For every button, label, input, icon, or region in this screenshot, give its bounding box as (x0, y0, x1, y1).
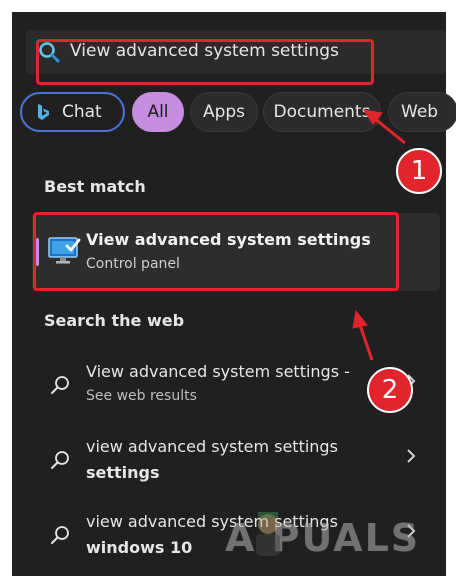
annotation-arrows (352, 109, 406, 361)
step-2-badge: 2 (367, 367, 413, 413)
arrow-to-best-match (352, 309, 374, 361)
appuals-mascot-icon (256, 512, 280, 556)
step-1-badge: 1 (396, 148, 442, 194)
arrow-to-search (362, 109, 406, 145)
